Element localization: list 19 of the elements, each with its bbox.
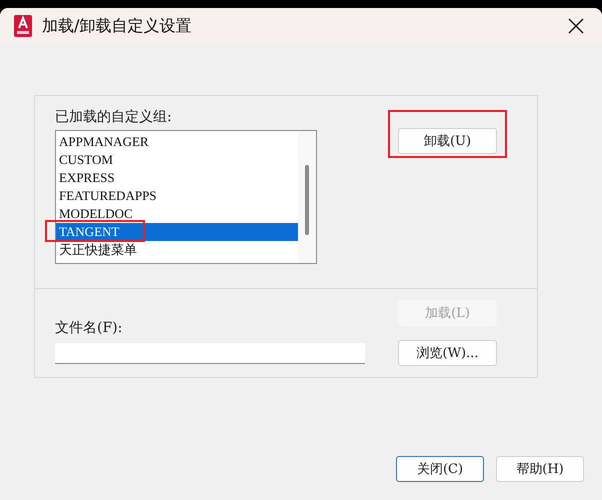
unload-button[interactable]: 卸载(U): [398, 128, 497, 154]
list-label: 已加载的自定义组:: [55, 108, 173, 126]
scroll-thumb[interactable]: [305, 165, 309, 235]
list-item[interactable]: TANGENT: [56, 223, 298, 241]
file-name-field[interactable]: [55, 343, 365, 364]
app-logo-icon: [14, 15, 32, 37]
close-icon: [568, 18, 584, 34]
scrollbar[interactable]: [298, 131, 316, 263]
dialog-button[interactable]: 关闭(C): [396, 456, 484, 482]
dialog-button[interactable]: 帮助(H): [496, 456, 584, 482]
list-item[interactable]: 天正快捷菜单: [56, 241, 298, 259]
list-item[interactable]: APPMANAGER: [56, 133, 298, 151]
browse-button[interactable]: 浏览(W)...: [398, 340, 497, 366]
file-name-label: 文件名(F):: [55, 319, 124, 337]
list-item[interactable]: FEATUREDAPPS: [56, 187, 298, 205]
list-item[interactable]: EXPRESS: [56, 169, 298, 187]
list-item[interactable]: MODELDOC: [56, 205, 298, 223]
list-item[interactable]: CUSTOM: [56, 151, 298, 169]
window-title: 加载/卸载自定义设置: [42, 16, 192, 36]
